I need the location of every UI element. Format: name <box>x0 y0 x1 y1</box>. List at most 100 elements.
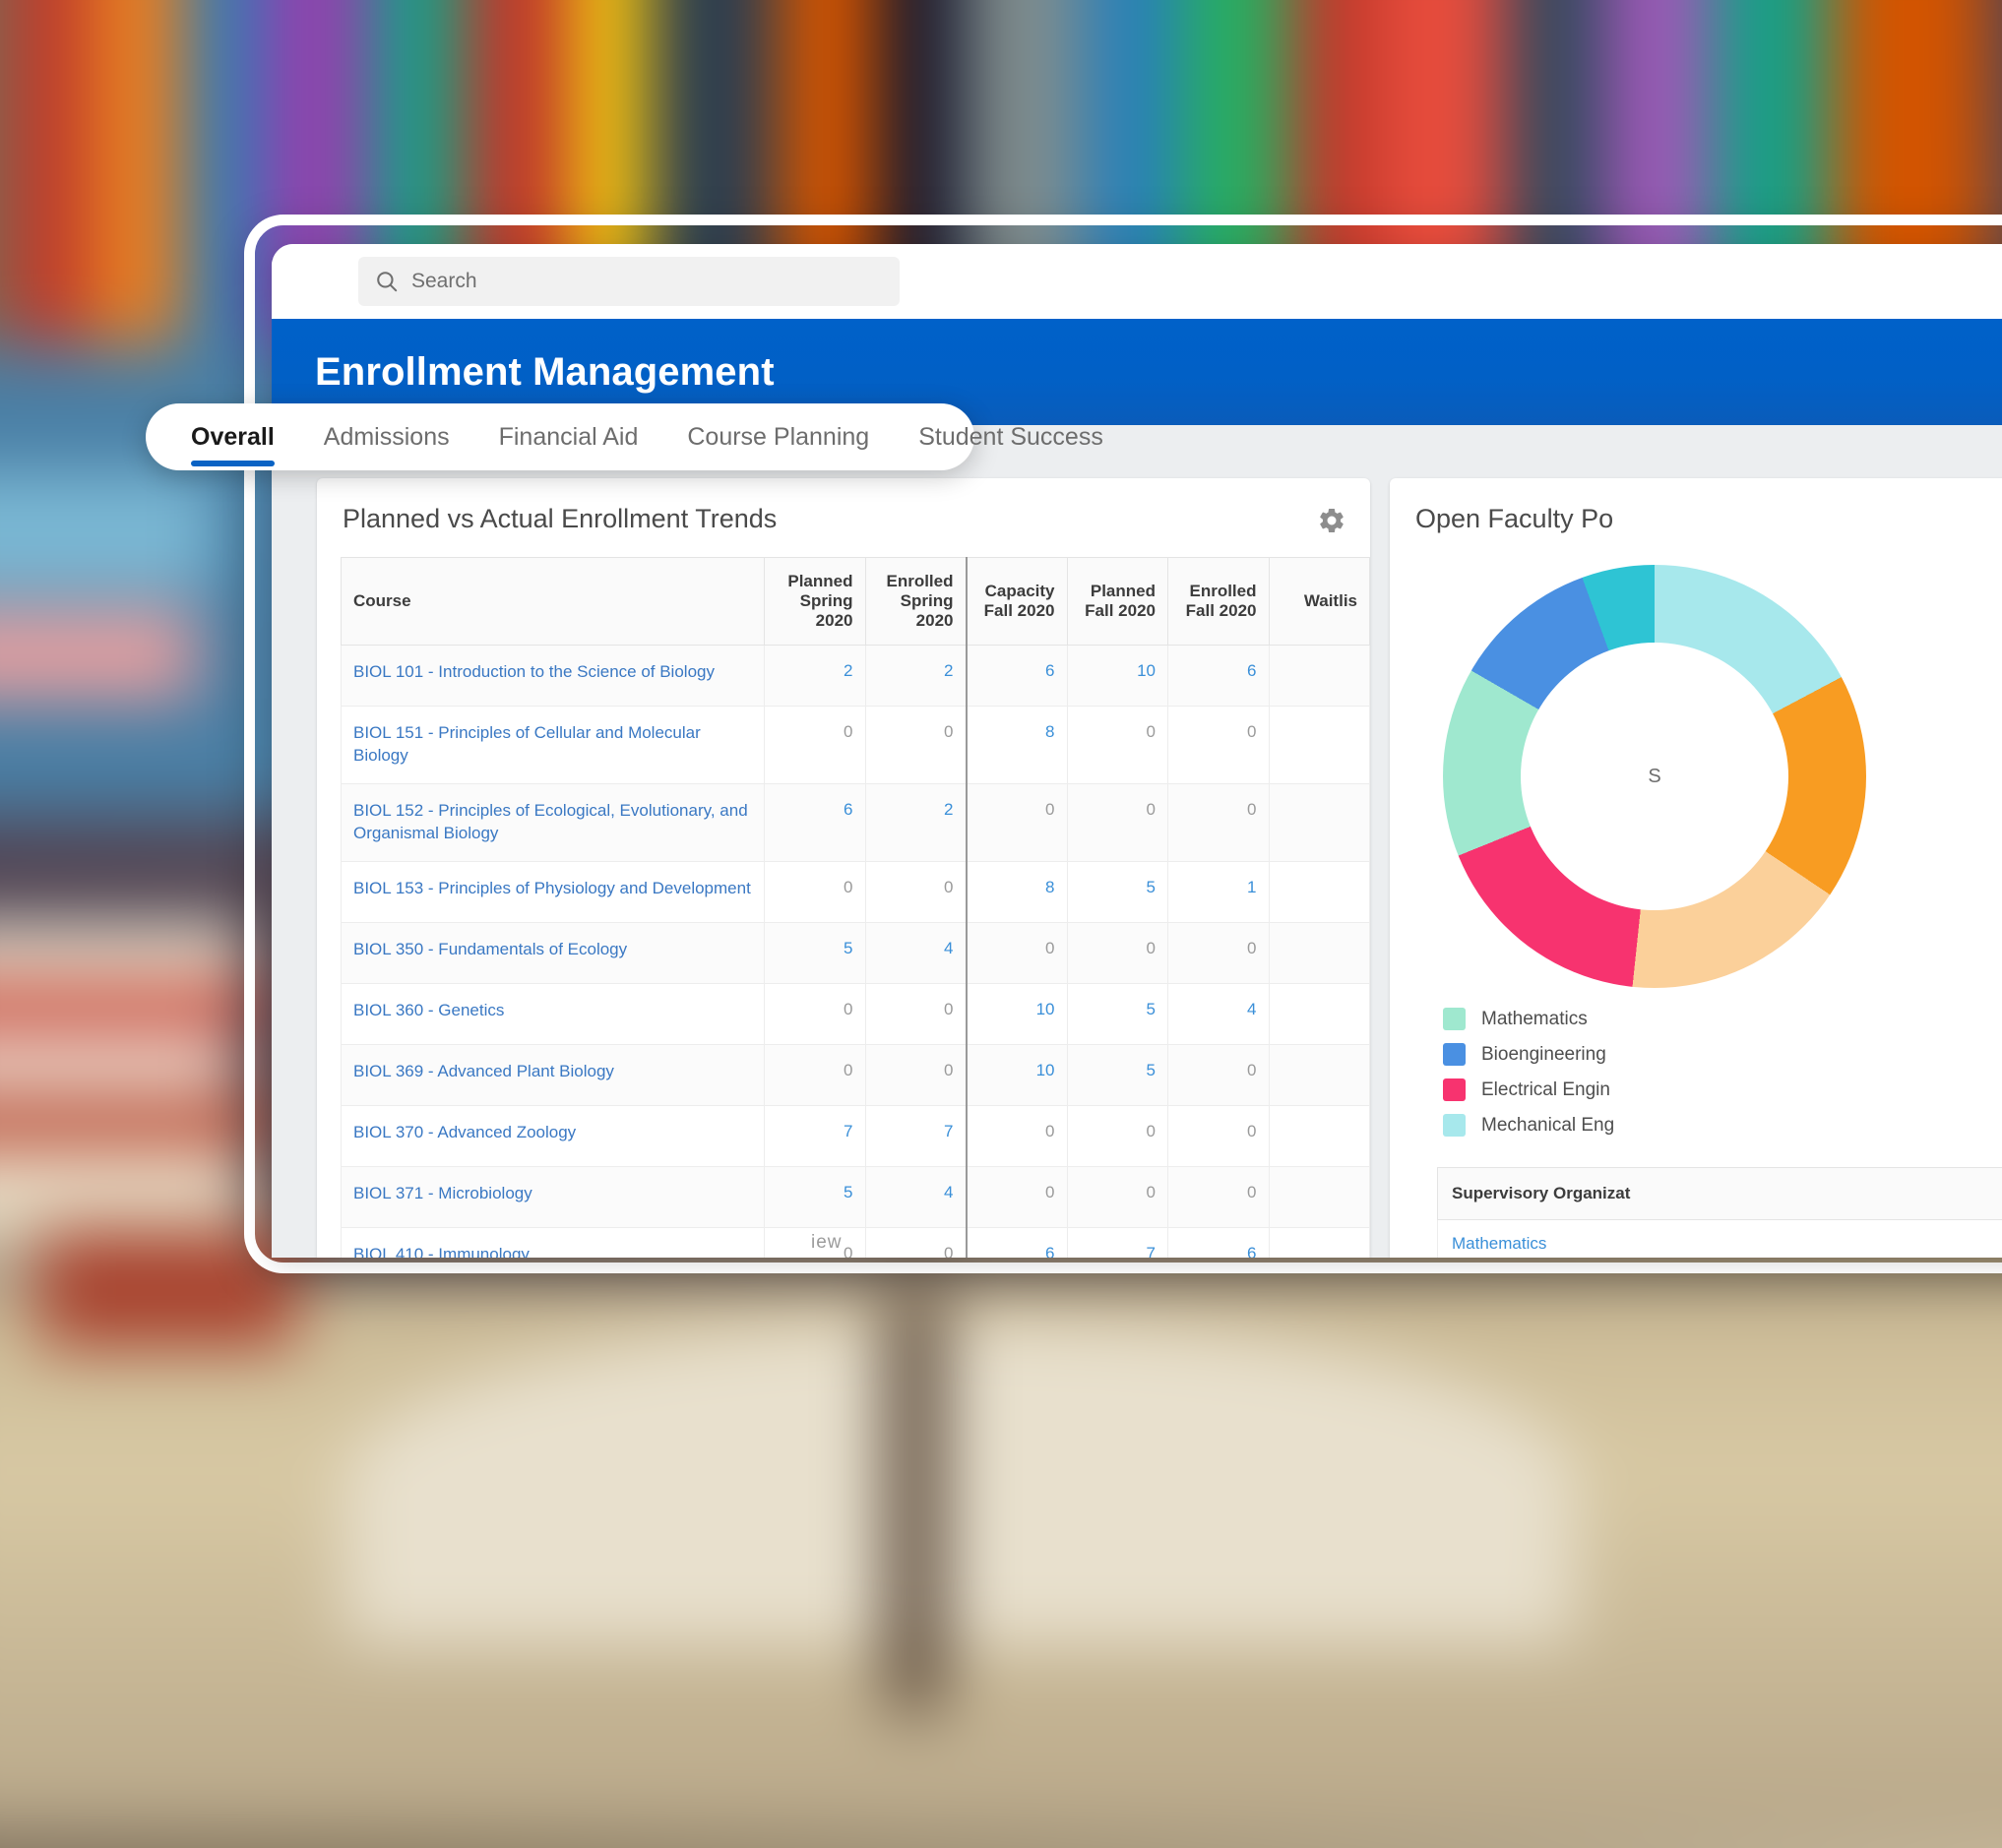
col-capacity-fall[interactable]: Capacity Fall 2020 <box>965 557 1068 646</box>
cell-planned-fall: 0 <box>1066 1166 1168 1228</box>
cell-capacity-fall[interactable]: 6 <box>965 645 1068 707</box>
col-course[interactable]: Course <box>341 557 765 646</box>
legend-item[interactable]: Mechanical Eng <box>1443 1114 1614 1137</box>
gear-icon[interactable] <box>1317 506 1346 535</box>
cell-planned-fall: 0 <box>1066 706 1168 784</box>
table-row: BIOL 151 - Principles of Cellular and Mo… <box>341 706 1370 784</box>
cell-planned-spring: 0 <box>764 983 866 1045</box>
link-course[interactable]: BIOL 370 - Advanced Zoology <box>353 1123 576 1141</box>
cell-course: BIOL 371 - Microbiology <box>341 1166 765 1228</box>
cell-capacity-fall[interactable]: 6 <box>965 1227 1068 1258</box>
donut-center-label: S <box>1648 766 1661 787</box>
cell-planned-fall[interactable]: 5 <box>1066 1044 1168 1106</box>
cell-supervisory-organization: Mathematics <box>1437 1219 2002 1258</box>
link-course[interactable]: BIOL 101 - Introduction to the Science o… <box>353 662 715 681</box>
col-planned-fall[interactable]: Planned Fall 2020 <box>1066 557 1168 646</box>
cell-course: BIOL 151 - Principles of Cellular and Mo… <box>341 706 765 784</box>
legend-item[interactable]: Mathematics <box>1443 1008 1614 1030</box>
cell-waitlist <box>1268 645 1370 707</box>
enrollment-trends-table: Course Planned Spring 2020 Enrolled Spri… <box>341 557 1370 1258</box>
cell-planned-fall[interactable]: 7 <box>1066 1227 1168 1258</box>
cell-enrolled-fall[interactable]: 6 <box>1167 1227 1270 1258</box>
link-course[interactable]: BIOL 152 - Principles of Ecological, Evo… <box>353 801 748 842</box>
legend-item[interactable]: Bioengineering <box>1443 1043 1614 1066</box>
link-mathematics[interactable]: Mathematics <box>1452 1234 1546 1253</box>
cell-planned-fall[interactable]: 5 <box>1066 861 1168 923</box>
col-supervisory-organization[interactable]: Supervisory Organizat <box>1437 1167 2002 1220</box>
app-screen: Search Enrollment Management Planned vs … <box>272 244 2002 1258</box>
link-course[interactable]: BIOL 151 - Principles of Cellular and Mo… <box>353 723 701 765</box>
tab-overall[interactable]: Overall <box>191 403 275 470</box>
mini-table-header: Supervisory Organizat <box>1437 1167 2002 1220</box>
table-row: BIOL 369 - Advanced Plant Biology 0 0 10 5 0 <box>341 1044 1370 1106</box>
search-input[interactable]: Search <box>358 257 900 306</box>
cell-enrolled-fall: 0 <box>1167 706 1270 784</box>
cell-enrolled-fall[interactable]: 1 <box>1167 861 1270 923</box>
cell-planned-spring[interactable]: 5 <box>764 922 866 984</box>
cell-capacity-fall[interactable]: 8 <box>965 706 1068 784</box>
legend-swatch <box>1443 1043 1466 1066</box>
cell-enrolled-fall: 0 <box>1167 783 1270 862</box>
card-header: Open Faculty Po <box>1390 478 2002 544</box>
cell-capacity-fall[interactable]: 10 <box>965 983 1068 1045</box>
col-planned-spring[interactable]: Planned Spring 2020 <box>764 557 866 646</box>
cell-planned-spring[interactable]: 7 <box>764 1105 866 1167</box>
cell-planned-spring[interactable]: 2 <box>764 645 866 707</box>
card-title-open-faculty-positions: Open Faculty Po <box>1415 504 1614 533</box>
tab-course-planning[interactable]: Course Planning <box>687 403 869 470</box>
cell-planned-fall: 0 <box>1066 922 1168 984</box>
cell-enrolled-spring: 0 <box>864 706 967 784</box>
tab-student-success[interactable]: Student Success <box>918 403 1103 470</box>
cell-capacity-fall: 0 <box>965 1105 1068 1167</box>
cell-enrolled-spring[interactable]: 7 <box>864 1105 967 1167</box>
table-row: BIOL 152 - Principles of Ecological, Evo… <box>341 783 1370 862</box>
chart-legend: Mathematics Bioengineering Electrical Engi… <box>1443 1008 1614 1137</box>
tab-financial-aid[interactable]: Financial Aid <box>499 403 639 470</box>
legend-item[interactable]: Electrical Engin <box>1443 1078 1614 1101</box>
legend-swatch <box>1443 1008 1466 1030</box>
cell-enrolled-fall: 0 <box>1167 1044 1270 1106</box>
cell-course: BIOL 350 - Fundamentals of Ecology <box>341 922 765 984</box>
cell-planned-fall[interactable]: 5 <box>1066 983 1168 1045</box>
legend-swatch <box>1443 1078 1466 1101</box>
table-row: BIOL 153 - Principles of Physiology and … <box>341 861 1370 923</box>
cell-enrolled-fall: 0 <box>1167 922 1270 984</box>
cell-capacity-fall: 0 <box>965 922 1068 984</box>
cell-waitlist <box>1268 1227 1370 1258</box>
cell-planned-spring[interactable]: 5 <box>764 1166 866 1228</box>
card-enrollment-trends: Planned vs Actual Enrollment Trends Cour… <box>317 478 1370 1258</box>
supervisory-organization-table: Supervisory Organizat Mathematics <box>1437 1167 2002 1258</box>
cell-capacity-fall[interactable]: 8 <box>965 861 1068 923</box>
cell-planned-spring: 0 <box>764 706 866 784</box>
cell-waitlist <box>1268 706 1370 784</box>
cell-enrolled-spring[interactable]: 2 <box>864 645 967 707</box>
view-label-fragment: iew <box>811 1232 843 1253</box>
table-row: BIOL 360 - Genetics 0 0 10 5 4 <box>341 983 1370 1045</box>
cell-course: BIOL 370 - Advanced Zoology <box>341 1105 765 1167</box>
legend-label: Mathematics <box>1481 1008 1588 1029</box>
cell-enrolled-fall[interactable]: 4 <box>1167 983 1270 1045</box>
link-course[interactable]: BIOL 360 - Genetics <box>353 1001 504 1019</box>
col-waitlist[interactable]: Waitlis <box>1268 557 1370 646</box>
col-enrolled-fall[interactable]: Enrolled Fall 2020 <box>1167 557 1270 646</box>
link-course[interactable]: BIOL 369 - Advanced Plant Biology <box>353 1062 614 1080</box>
cell-enrolled-spring[interactable]: 4 <box>864 922 967 984</box>
dashboard-canvas: Planned vs Actual Enrollment Trends Cour… <box>272 425 2002 1258</box>
cell-enrolled-fall[interactable]: 6 <box>1167 645 1270 707</box>
table-header-row: Course Planned Spring 2020 Enrolled Spri… <box>341 557 1370 646</box>
link-course[interactable]: BIOL 153 - Principles of Physiology and … <box>353 879 751 897</box>
cell-planned-fall[interactable]: 10 <box>1066 645 1168 707</box>
donut-chart[interactable]: S <box>1443 565 1866 988</box>
cell-capacity-fall: 0 <box>965 783 1068 862</box>
link-course[interactable]: BIOL 410 - Immunology <box>353 1245 530 1258</box>
link-course[interactable]: BIOL 350 - Fundamentals of Ecology <box>353 940 627 958</box>
cell-planned-spring[interactable]: 6 <box>764 783 866 862</box>
cell-enrolled-spring[interactable]: 2 <box>864 783 967 862</box>
tab-admissions[interactable]: Admissions <box>324 403 450 470</box>
cell-enrolled-spring: 0 <box>864 1227 967 1258</box>
link-course[interactable]: BIOL 371 - Microbiology <box>353 1184 532 1202</box>
cell-enrolled-spring[interactable]: 4 <box>864 1166 967 1228</box>
col-enrolled-spring[interactable]: Enrolled Spring 2020 <box>864 557 967 646</box>
cell-course: BIOL 153 - Principles of Physiology and … <box>341 861 765 923</box>
cell-capacity-fall[interactable]: 10 <box>965 1044 1068 1106</box>
